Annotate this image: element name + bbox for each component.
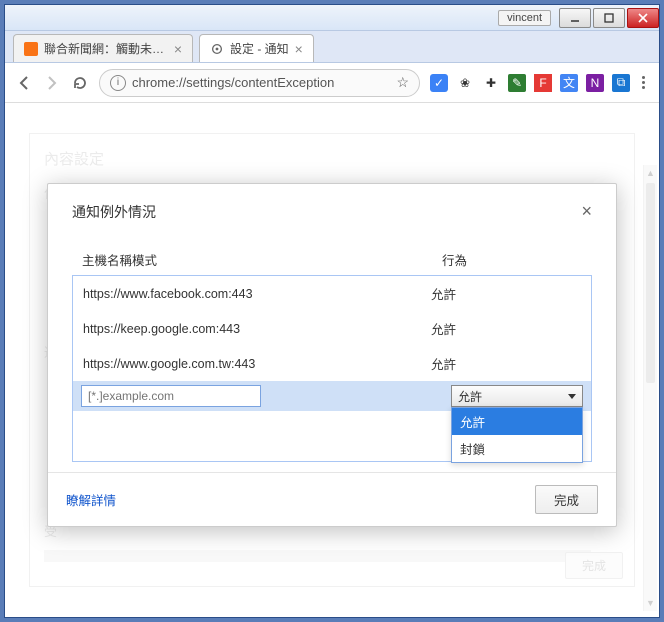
favicon-icon bbox=[24, 42, 38, 56]
reload-button[interactable] bbox=[71, 74, 89, 92]
rule-action: 允許 bbox=[431, 354, 581, 373]
tab-2[interactable]: 設定 - 通知 × bbox=[199, 34, 314, 62]
new-rule-row: 允許 允許 封鎖 bbox=[73, 381, 591, 411]
back-button[interactable] bbox=[15, 74, 33, 92]
dropdown-option-allow[interactable]: 允許 bbox=[452, 408, 582, 435]
action-select[interactable]: 允許 允許 封鎖 bbox=[451, 385, 583, 407]
done-button[interactable]: 完成 bbox=[535, 485, 598, 514]
evernote-icon[interactable]: ✎ bbox=[508, 74, 526, 92]
close-window-button[interactable] bbox=[627, 8, 659, 28]
tab-title: 設定 - 通知 bbox=[230, 40, 289, 57]
select-value: 允許 bbox=[458, 388, 482, 405]
page-content: 內容設定 位置 通 受 完成 ▲ ▼ 通知例外情況 × bbox=[5, 103, 659, 617]
flipboard-icon[interactable]: F bbox=[534, 74, 552, 92]
close-tab-icon[interactable]: × bbox=[174, 41, 182, 57]
extension-icons: ✓ ❀ ✚ ✎ F 文 N ⧉ bbox=[430, 74, 649, 92]
tab-1[interactable]: 聯合新聞網：觸動未來 新 × bbox=[13, 34, 193, 62]
toolbar: i chrome://settings/contentException ☆ ✓… bbox=[5, 63, 659, 103]
host-pattern-input[interactable] bbox=[81, 385, 261, 407]
minimize-button[interactable] bbox=[559, 8, 591, 28]
chevron-down-icon bbox=[568, 394, 576, 399]
forward-button[interactable] bbox=[43, 74, 61, 92]
close-tab-icon[interactable]: × bbox=[295, 41, 303, 57]
site-info-icon[interactable]: i bbox=[110, 75, 126, 91]
extension-icon[interactable]: ❀ bbox=[456, 74, 474, 92]
col-action-header: 行為 bbox=[442, 250, 592, 269]
extension-icon[interactable]: ⧉ bbox=[612, 74, 630, 92]
rule-row[interactable]: https://www.google.com.tw:443 允許 bbox=[73, 346, 591, 381]
onenote-icon[interactable]: N bbox=[586, 74, 604, 92]
learn-more-link[interactable]: 瞭解詳情 bbox=[66, 490, 116, 509]
rules-list: https://www.facebook.com:443 允許 https://… bbox=[72, 275, 592, 462]
browser-window: vincent 聯合新聞網：觸動未來 新 × 設定 - 通知 × bbox=[4, 4, 660, 618]
window-controls bbox=[557, 8, 659, 28]
extension-icon[interactable]: ✓ bbox=[430, 74, 448, 92]
close-dialog-button[interactable]: × bbox=[581, 202, 592, 220]
col-host-header: 主機名稱模式 bbox=[82, 250, 442, 269]
menu-button[interactable] bbox=[638, 76, 649, 89]
maximize-button[interactable] bbox=[593, 8, 625, 28]
dropdown-option-block[interactable]: 封鎖 bbox=[452, 435, 582, 462]
exceptions-dialog: 通知例外情況 × 主機名稱模式 行為 https://www.facebook.… bbox=[47, 183, 617, 527]
action-dropdown: 允許 封鎖 bbox=[451, 407, 583, 463]
dialog-title: 通知例外情況 bbox=[72, 202, 156, 222]
tab-title: 聯合新聞網：觸動未來 新 bbox=[44, 40, 168, 57]
rule-host: https://www.google.com.tw:443 bbox=[83, 357, 431, 371]
rule-host: https://keep.google.com:443 bbox=[83, 322, 431, 336]
rule-action: 允許 bbox=[431, 319, 581, 338]
rule-action: 允許 bbox=[431, 284, 581, 303]
tab-strip: 聯合新聞網：觸動未來 新 × 設定 - 通知 × bbox=[5, 31, 659, 63]
bookmark-star-icon[interactable]: ☆ bbox=[396, 74, 409, 91]
rule-row[interactable]: https://keep.google.com:443 允許 bbox=[73, 311, 591, 346]
rule-host: https://www.facebook.com:443 bbox=[83, 287, 431, 301]
address-bar[interactable]: i chrome://settings/contentException ☆ bbox=[99, 69, 420, 97]
extension-icon[interactable]: ✚ bbox=[482, 74, 500, 92]
url-text: chrome://settings/contentException bbox=[132, 75, 390, 90]
titlebar: vincent bbox=[5, 5, 659, 31]
translate-icon[interactable]: 文 bbox=[560, 74, 578, 92]
modal-overlay: 通知例外情況 × 主機名稱模式 行為 https://www.facebook.… bbox=[5, 103, 659, 617]
rule-row[interactable]: https://www.facebook.com:443 允許 bbox=[73, 276, 591, 311]
column-headers: 主機名稱模式 行為 bbox=[72, 250, 592, 275]
user-badge[interactable]: vincent bbox=[498, 10, 551, 26]
dialog-footer: 瞭解詳情 完成 bbox=[48, 472, 616, 526]
gear-icon bbox=[210, 42, 224, 56]
